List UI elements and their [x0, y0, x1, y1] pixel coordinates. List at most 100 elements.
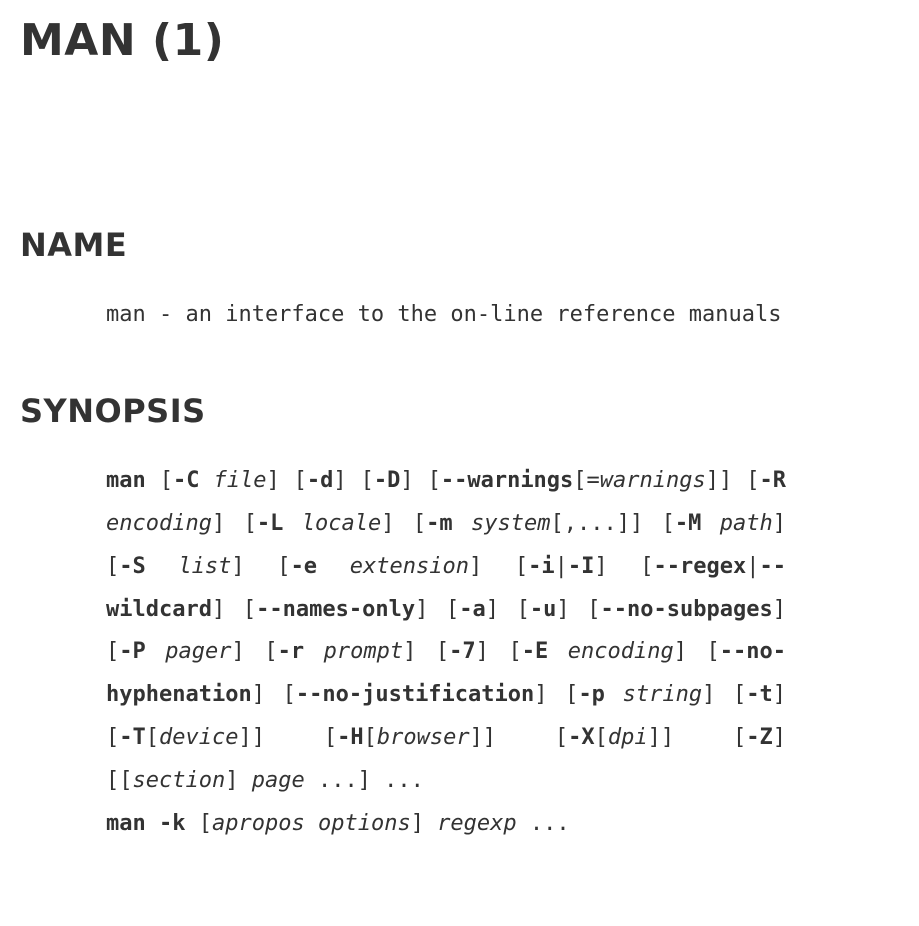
synopsis-token [305, 811, 318, 836]
synopsis-token: ] [ [266, 468, 306, 493]
synopsis-token: ] [ [556, 597, 600, 622]
name-text: man - an interface to the on-line refere… [106, 294, 786, 337]
synopsis-token: ] [ [403, 639, 449, 664]
synopsis-token: encoding [106, 511, 212, 536]
synopsis-token: man [106, 468, 146, 493]
synopsis-token: -m [426, 511, 453, 536]
synopsis-token [283, 511, 301, 536]
synopsis-token: -E [522, 639, 549, 664]
synopsis-token: -C [173, 468, 200, 493]
synopsis-token: pager [165, 639, 231, 664]
synopsis-token: warn­ings [600, 468, 706, 493]
synopsis-token: ] [411, 811, 438, 836]
synopsis-token: -i [528, 554, 555, 579]
synopsis-token: | [746, 554, 759, 579]
synopsis-token: ] [ [212, 511, 257, 536]
synopsis-token: -a [459, 597, 486, 622]
synopsis-token: ] [ [534, 682, 578, 707]
synopsis-token: --no-subpages [601, 597, 773, 622]
section-heading-name: NAME [20, 226, 899, 264]
synopsis-token: -M [675, 511, 702, 536]
synopsis-token: -X [568, 725, 595, 750]
synopsis-token [304, 639, 324, 664]
synopsis-token: encoding [568, 639, 674, 664]
synopsis-token: regexp [437, 811, 516, 836]
synopsis-token: -e [291, 554, 318, 579]
synopsis-token: -L [257, 511, 284, 536]
synopsis-token: --no-justification [296, 682, 534, 707]
synopsis-token: ... [517, 811, 570, 836]
synopsis-token [146, 639, 166, 664]
synopsis-token: [ [186, 811, 213, 836]
synopsis-token: string [623, 682, 702, 707]
synopsis-token: ] [ [415, 597, 459, 622]
synopsis-token: extension [350, 554, 469, 579]
synopsis-token [453, 511, 471, 536]
synopsis-token: ] [ [231, 554, 290, 579]
synopsis-token: ...] ... [305, 768, 424, 793]
synopsis-token: ] [ [594, 554, 653, 579]
synopsis-token: ] [ [252, 682, 296, 707]
synopsis-token: -d [307, 468, 334, 493]
synopsis-token: -P [119, 639, 146, 664]
synopsis-token: -u [530, 597, 557, 622]
synopsis-token: -S [119, 554, 146, 579]
synopsis-token: -7 [449, 639, 476, 664]
synopsis-token: ] [ [702, 682, 746, 707]
synopsis-token: -R [759, 468, 786, 493]
synopsis-token: path [720, 511, 773, 536]
synopsis-token [605, 682, 623, 707]
synopsis-token: -I [568, 554, 595, 579]
synopsis-token: options [318, 811, 411, 836]
synopsis-token: ]] [ [648, 725, 747, 750]
synopsis-token: ] [ [476, 639, 522, 664]
synopsis-token [146, 811, 159, 836]
synopsis-token: --warnings [441, 468, 573, 493]
synopsis-token: -k [159, 811, 186, 836]
synopsis-token: ]] [ [238, 725, 337, 750]
synopsis-token: ] [ [469, 554, 528, 579]
synopsis-token: sys­tem [471, 511, 550, 536]
synopsis-token: [ [595, 725, 608, 750]
synopsis-token [701, 511, 719, 536]
synopsis-token: browser [377, 725, 470, 750]
synopsis-token: device [159, 725, 238, 750]
synopsis-token: -D [374, 468, 401, 493]
synopsis-token: ] [ [212, 597, 256, 622]
synopsis-token: ] [ [381, 511, 426, 536]
synopsis-token: [= [573, 468, 600, 493]
synopsis-token: ] [ [486, 597, 530, 622]
page-title: MAN (1) [20, 15, 899, 66]
manpage-document: MAN (1) NAME man - an interface to the o… [0, 0, 919, 926]
synopsis-token: [ [146, 468, 173, 493]
synopsis-token: locale [302, 511, 381, 536]
synopsis-token: -T [119, 725, 146, 750]
synopsis-token: ]] [ [470, 725, 569, 750]
synopsis-token: ] [ [232, 639, 278, 664]
synopsis-token: apropos [212, 811, 305, 836]
synopsis-token: man [106, 811, 146, 836]
synopsis-token [548, 639, 568, 664]
synopsis-token: [,...]] [ [551, 511, 675, 536]
section-heading-synopsis: SYNOPSIS [20, 392, 899, 430]
synopsis-token: dpi [608, 725, 648, 750]
synopsis-token: | [555, 554, 568, 579]
synopsis-token [317, 554, 350, 579]
synopsis-token: -Z [746, 725, 773, 750]
synopsis-token: -H [337, 725, 364, 750]
synopsis-token: prompt [324, 639, 403, 664]
synopsis-token: [ [146, 725, 159, 750]
synopsis-token: ] [225, 768, 252, 793]
synopsis-token: ]] [ [706, 468, 760, 493]
synopsis-token [199, 468, 213, 493]
synopsis-token: -t [746, 682, 773, 707]
synopsis-token: page [252, 768, 305, 793]
synopsis-token: --names-only [256, 597, 415, 622]
synopsis-token: [ [364, 725, 377, 750]
synopsis-token: -p [578, 682, 605, 707]
synopsis-token: section [133, 768, 226, 793]
synopsis-token: file [213, 468, 266, 493]
synopsis-token: list [178, 554, 231, 579]
synopsis-token: -r [278, 639, 305, 664]
synopsis-token [146, 554, 179, 579]
